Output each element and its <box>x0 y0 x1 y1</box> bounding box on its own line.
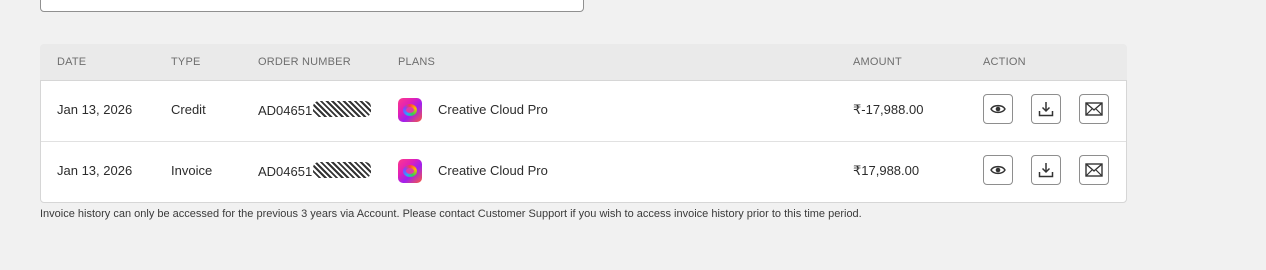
table-row: Jan 13, 2026 Credit AD04651 Creative Clo… <box>41 81 1126 141</box>
row-plan: Creative Cloud Pro <box>438 163 548 178</box>
email-invoice-button[interactable] <box>1079 155 1109 185</box>
header-amount: AMOUNT <box>853 56 902 68</box>
row-order-number: AD04651 <box>258 101 371 120</box>
row-order-number: AD04651 <box>258 162 371 181</box>
invoice-history-note: Invoice history can only be accessed for… <box>40 208 862 220</box>
row-plan: Creative Cloud Pro <box>438 102 548 117</box>
row-date: Jan 13, 2026 <box>57 102 133 117</box>
view-invoice-button[interactable] <box>983 94 1013 124</box>
table-row: Jan 13, 2026 Invoice AD04651 Creative Cl… <box>41 141 1126 202</box>
email-invoice-button[interactable] <box>1079 94 1109 124</box>
redaction-mark <box>313 101 371 117</box>
order-number-text: AD04651 <box>258 164 313 179</box>
header-plans: PLANS <box>398 56 436 68</box>
creative-cloud-icon <box>398 98 422 122</box>
view-invoice-button[interactable] <box>983 155 1013 185</box>
header-action: ACTION <box>983 56 1026 68</box>
mail-icon <box>1085 163 1103 177</box>
eye-icon <box>990 165 1006 175</box>
row-type: Invoice <box>171 163 213 178</box>
download-icon <box>1038 163 1054 178</box>
search-input[interactable] <box>40 0 584 12</box>
header-date: DATE <box>57 56 87 68</box>
order-number-text: AD04651 <box>258 103 313 118</box>
row-date: Jan 13, 2026 <box>57 163 133 178</box>
header-type: TYPE <box>171 56 201 68</box>
row-type: Credit <box>171 102 206 117</box>
row-amount: ₹-17,988.00 <box>853 102 924 117</box>
creative-cloud-icon <box>398 159 422 183</box>
redaction-mark <box>313 162 371 178</box>
download-invoice-button[interactable] <box>1031 94 1061 124</box>
mail-icon <box>1085 102 1103 116</box>
header-order-number: ORDER NUMBER <box>258 56 351 68</box>
eye-icon <box>990 104 1006 114</box>
invoice-table: DATE TYPE ORDER NUMBER PLANS AMOUNT ACTI… <box>40 44 1127 203</box>
download-invoice-button[interactable] <box>1031 155 1061 185</box>
table-header: DATE TYPE ORDER NUMBER PLANS AMOUNT ACTI… <box>40 44 1127 80</box>
download-icon <box>1038 102 1054 117</box>
table-body: Jan 13, 2026 Credit AD04651 Creative Clo… <box>40 80 1127 203</box>
row-amount: ₹17,988.00 <box>853 163 920 178</box>
